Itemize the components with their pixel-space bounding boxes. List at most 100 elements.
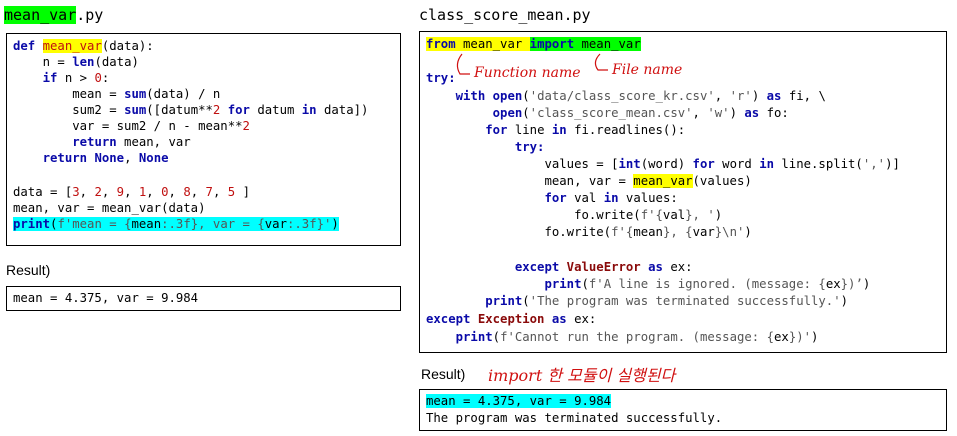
keyword: try: — [514, 140, 545, 154]
code-line: with open('data/class_score_kr.csv', 'r'… — [455, 89, 826, 103]
exception-name: ValueError — [566, 260, 641, 274]
string: f'{ — [611, 225, 634, 239]
right-result-line-1: mean = 4.375, var = 9.984 — [426, 394, 612, 408]
string: 'data/class_score_kr.csv' — [529, 89, 715, 103]
number: 1 — [138, 185, 147, 199]
code-text: sum2 = — [13, 103, 125, 117]
code-line: mean, var = mean_var(data) — [13, 200, 206, 216]
string: }, ' — [685, 208, 715, 222]
string: :.3f}, var = { — [161, 217, 265, 231]
number: 7 — [205, 185, 213, 199]
keyword: for — [692, 157, 715, 171]
left-code-box: def mean_var(data): n = len(data) if n >… — [6, 33, 401, 246]
result-annotation: import 한 모듈이 실행된다 — [488, 366, 676, 385]
string: }, { — [662, 225, 693, 239]
left-result-text: mean = 4.375, var = 9.984 — [13, 291, 199, 305]
keyword: if — [42, 71, 58, 85]
number: 3 — [72, 185, 80, 199]
number: 0 — [161, 185, 169, 199]
file-name-arrow — [594, 53, 608, 71]
keyword: as — [551, 312, 567, 326]
code-line: open('class_score_mean.csv', 'w') as fo: — [492, 106, 789, 120]
string: 'The program was terminated successfully… — [529, 294, 841, 308]
code-text: n = — [13, 55, 73, 69]
left-result-box: mean = 4.375, var = 9.984 — [6, 286, 401, 311]
builtin: open — [492, 89, 523, 103]
file-name-annotation: File name — [612, 62, 683, 78]
function-call-highlight: mean_var — [633, 174, 693, 188]
number: 8 — [183, 185, 191, 199]
code-text: datum — [249, 103, 302, 117]
keyword: for — [544, 191, 567, 205]
code-line: except Exception as ex: — [426, 312, 597, 326]
builtin: int — [618, 157, 641, 171]
code-line: n = len(data) — [13, 54, 139, 70]
builtin: sum — [124, 87, 147, 101]
string: f'mean = { — [57, 217, 132, 231]
code-line: return None, None — [13, 150, 169, 166]
code-text: (data): — [101, 39, 154, 53]
code-text: : — [101, 71, 110, 85]
code-text: mean — [131, 217, 162, 231]
number: 9 — [116, 185, 125, 199]
code-line: fo.write(f'{val}, ') — [426, 208, 723, 222]
string: f'Cannot run the program. (message: { — [500, 330, 774, 344]
keyword: in — [551, 123, 567, 137]
code-text: mean, var = mean_var(data) — [13, 201, 206, 215]
code-line: data = [3, 2, 9, 1, 0, 8, 7, 5 ] — [13, 185, 250, 199]
left-file-title: mean_var.py — [4, 6, 103, 24]
keyword: None — [94, 151, 125, 165]
code-text: mean = — [13, 87, 125, 101]
code-line: fo.write(f'{mean}, {var}\n') — [426, 225, 752, 239]
left-result-label: Result) — [6, 262, 51, 278]
right-code-box: from mean_var import mean_var Function n… — [419, 31, 947, 353]
keyword: for — [227, 103, 250, 117]
code-line: mean, var = mean_var(values) — [426, 174, 752, 188]
string: ',' — [862, 157, 886, 171]
keyword: as — [766, 89, 782, 103]
string: f'{ — [640, 208, 663, 222]
code-text: (data) / n — [146, 87, 221, 101]
string: f'A line is ignored. (message: { — [588, 277, 826, 291]
keyword: as — [744, 106, 760, 120]
code-line: sum2 = sum([datum**2 for datum in data]) — [13, 102, 368, 118]
code-text: n > — [57, 71, 95, 85]
code-line: if n > 0: — [13, 70, 110, 86]
exception-name: Exception — [477, 312, 545, 326]
string: :.3f}' — [286, 217, 332, 231]
code-line: try: — [426, 70, 456, 86]
code-line: print(f'mean = {mean:.3f}, var = {var:.3… — [13, 216, 339, 232]
builtin: print — [13, 217, 51, 231]
keyword: except — [426, 312, 471, 326]
function-name-annotation: Function name — [474, 65, 581, 81]
function-name-arrow — [456, 53, 470, 75]
right-result-box: mean = 4.375, var = 9.984 The program wa… — [419, 389, 947, 431]
code-line: for val in values: — [544, 191, 678, 205]
builtin: len — [72, 55, 95, 69]
function-name: mean_var — [42, 39, 102, 53]
code-line: except ValueError as ex: — [514, 260, 693, 274]
builtin: print — [485, 294, 523, 308]
builtin: open — [492, 106, 523, 120]
right-file-title: class_score_mean.py — [419, 6, 591, 24]
keyword: in — [759, 157, 774, 171]
string: 'r' — [729, 89, 752, 103]
keyword: except — [514, 260, 560, 274]
code-line: var = sum2 / n - mean**2 — [13, 118, 250, 134]
number: 2 — [94, 185, 102, 199]
left-file-title-name: mean_var — [4, 6, 77, 24]
code-text: mean, var — [116, 135, 191, 149]
builtin: sum — [124, 103, 147, 117]
string: 'class_score_mean.csv' — [529, 106, 693, 120]
code-text: data = [ — [13, 185, 73, 199]
code-line: values = [int(word) for word in line.spl… — [426, 157, 900, 171]
keyword: def — [13, 39, 43, 53]
keyword: with — [455, 89, 486, 103]
keyword: for — [485, 123, 508, 137]
builtin: print — [544, 277, 582, 291]
keyword: return — [72, 135, 117, 149]
keyword: None — [138, 151, 169, 165]
right-result-label: Result) — [421, 366, 466, 382]
